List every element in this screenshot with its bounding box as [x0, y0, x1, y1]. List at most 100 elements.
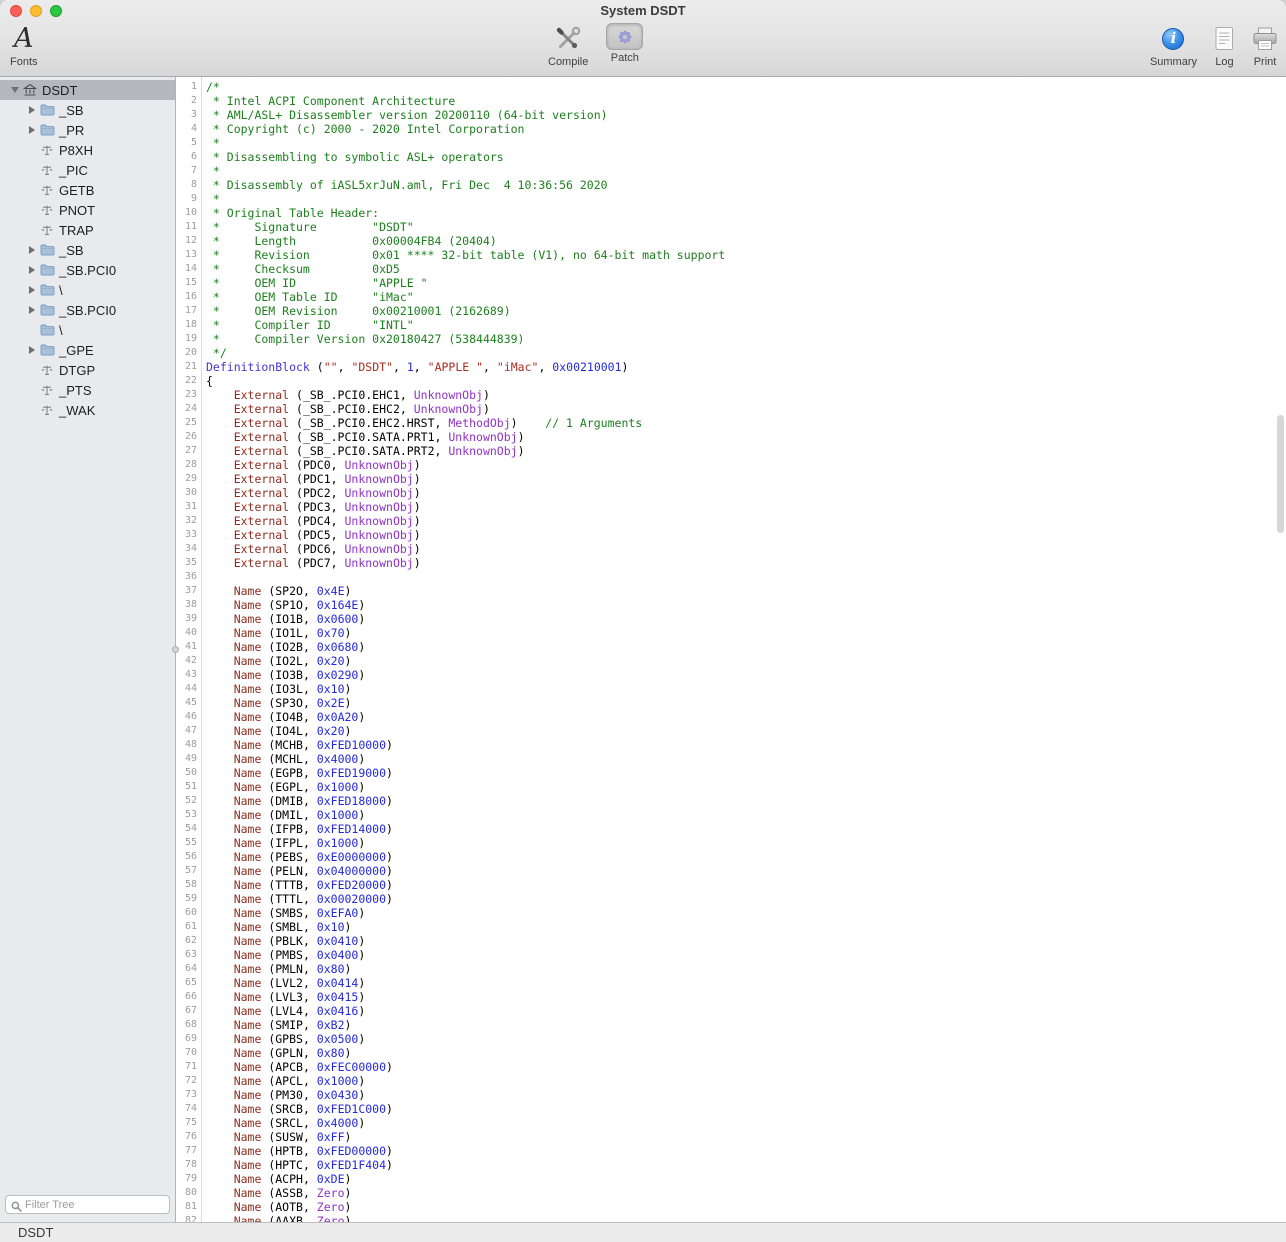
tree-item-trap[interactable]: TRAP [0, 220, 175, 240]
line-number: 41 [184, 641, 197, 652]
code-line: External (PDC1, UnknownObj) [233, 472, 421, 486]
tree-item-label: _PTS [59, 382, 92, 398]
folder-icon [38, 244, 56, 256]
disclosure-triangle-icon[interactable] [25, 240, 38, 260]
code-line: { [206, 374, 213, 388]
fonts-button[interactable]: Fonts [10, 23, 38, 68]
code-line: Name (AOTB, Zero) [233, 1200, 352, 1214]
code-line: External (PDC6, UnknownObj) [233, 542, 421, 556]
disclosure-triangle-icon[interactable] [25, 300, 38, 320]
folder-icon [38, 264, 56, 276]
sidebar: DSDT _SB _PR P8XH _PIC GETB PNOT TRAP _SB _SB.PCI… [0, 77, 176, 1222]
dsdt-icon [21, 83, 39, 97]
print-label: Print [1253, 56, 1277, 68]
splitter-handle[interactable] [172, 645, 179, 653]
line-number: 61 [184, 921, 197, 932]
tree-item-pnot[interactable]: PNOT [0, 200, 175, 220]
tree-item-_sb.pci0[interactable]: _SB.PCI0 [0, 300, 175, 320]
summary-button[interactable]: Summary [1150, 23, 1197, 68]
line-number: 78 [184, 1159, 197, 1170]
fonts-label: Fonts [10, 56, 38, 68]
line-number: 44 [184, 683, 197, 694]
line-number: 77 [184, 1145, 197, 1156]
line-number: 7 [190, 165, 197, 176]
tree-item-_sb[interactable]: _SB [0, 240, 175, 260]
disclosure-triangle-icon[interactable] [25, 120, 38, 140]
code-line: * OEM Table ID "iMac" [206, 290, 414, 304]
line-number: 17 [184, 305, 197, 316]
line-number: 69 [184, 1033, 197, 1044]
code-line: Name (LVL4, 0x0416) [233, 1004, 366, 1018]
code-line: * OEM ID "APPLE " [206, 276, 428, 290]
tree-item-dtgp[interactable]: DTGP [0, 360, 175, 380]
method-icon [38, 184, 56, 196]
disclosure-triangle-icon[interactable] [8, 80, 21, 100]
code-line: * Revision 0x01 **** 32-bit table (V1), … [206, 248, 726, 262]
tree-item-dsdt[interactable]: DSDT [0, 80, 175, 100]
tree-item-root[interactable]: \ [0, 280, 175, 300]
tree-item-_sb.pci0[interactable]: _SB.PCI0 [0, 260, 175, 280]
line-number: 35 [184, 557, 197, 568]
folder-icon [38, 344, 56, 356]
tree-item-_pic[interactable]: _PIC [0, 160, 175, 180]
filter-tree-input[interactable] [5, 1195, 170, 1214]
compile-button[interactable]: Compile [548, 23, 588, 68]
code-line: Name (PBLK, 0x0410) [233, 934, 366, 948]
disclosure-triangle-icon[interactable] [25, 260, 38, 280]
line-number: 1 [190, 81, 197, 92]
code-line: * AML/ASL+ Disassembler version 20200110… [206, 108, 608, 122]
line-number: 79 [184, 1173, 197, 1184]
code-line: */ [206, 346, 227, 360]
line-number: 66 [184, 991, 197, 1002]
line-number: 72 [184, 1075, 197, 1086]
code-line: * Intel ACPI Component Architecture [206, 94, 456, 108]
code-line: External (_SB_.PCI0.SATA.PRT2, UnknownOb… [233, 444, 525, 458]
disclosure-triangle-icon[interactable] [25, 340, 38, 360]
code-line: * Checksum 0xD5 [206, 262, 400, 276]
code-line: Name (LVL2, 0x0414) [233, 976, 366, 990]
tree-item-getb[interactable]: GETB [0, 180, 175, 200]
editor-scrollbar[interactable] [1277, 415, 1284, 533]
line-number: 26 [184, 431, 197, 442]
tree-item-label: _GPE [59, 342, 94, 358]
code-line: Name (SRCB, 0xFED1C000) [233, 1102, 393, 1116]
code-area[interactable]: /* * Intel ACPI Component Architecture *… [202, 77, 1286, 1222]
line-number: 18 [184, 319, 197, 330]
patch-button-background [606, 23, 644, 50]
tree-item-_wak[interactable]: _WAK [0, 400, 175, 420]
line-number: 53 [184, 809, 197, 820]
code-line: Name (IO1L, 0x70) [233, 626, 352, 640]
code-line: * Original Table Header: [206, 206, 380, 220]
code-line: Name (IO4B, 0x0A20) [233, 710, 366, 724]
tree-item-_gpe[interactable]: _GPE [0, 340, 175, 360]
titlebar[interactable]: System DSDT [0, 0, 1286, 22]
code-line: Name (EGPL, 0x1000) [233, 780, 366, 794]
code-line: Name (IO3L, 0x10) [233, 682, 352, 696]
code-line: External (PDC5, UnknownObj) [233, 528, 421, 542]
print-button[interactable]: Print [1252, 23, 1278, 68]
code-line: External (PDC2, UnknownObj) [233, 486, 421, 500]
patch-button[interactable]: Patch [606, 23, 644, 64]
line-number: 73 [184, 1089, 197, 1100]
tree-item-_pr[interactable]: _PR [0, 120, 175, 140]
line-number: 70 [184, 1047, 197, 1058]
code-line: External (PDC4, UnknownObj) [233, 514, 421, 528]
code-line: Name (PEBS, 0xE0000000) [233, 850, 393, 864]
folder-icon [38, 324, 56, 336]
tree-item-label: _WAK [59, 402, 96, 418]
line-number: 63 [184, 949, 197, 960]
tree-item-_pts[interactable]: _PTS [0, 380, 175, 400]
log-button[interactable]: Log [1215, 23, 1234, 68]
tree-item-p8xh[interactable]: P8XH [0, 140, 175, 160]
code-line: Name (SP1O, 0x164E) [233, 598, 366, 612]
code-line: * Disassembling to symbolic ASL+ operato… [206, 150, 504, 164]
tree-item-root[interactable]: \ [0, 320, 175, 340]
code-line: Name (IO4L, 0x20) [233, 724, 352, 738]
disclosure-triangle-icon[interactable] [25, 100, 38, 120]
disclosure-triangle-icon[interactable] [25, 280, 38, 300]
code-line: * [206, 136, 227, 150]
tree-item-_sb[interactable]: _SB [0, 100, 175, 120]
line-number: 80 [184, 1187, 197, 1198]
